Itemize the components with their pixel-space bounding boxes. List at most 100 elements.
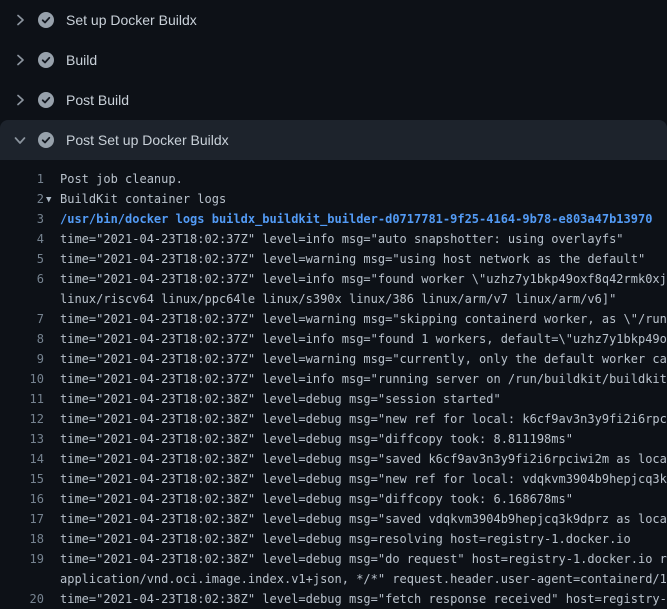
step-header-post-build[interactable]: Post Build <box>0 80 667 120</box>
log-row: 1 Post job cleanup. <box>0 169 667 189</box>
step-title: Set up Docker Buildx <box>66 12 197 28</box>
log-row: 9 time="2021-04-23T18:02:37Z" level=warni… <box>0 349 667 369</box>
log-text-content: time="2021-04-23T18:02:38Z" level=debug … <box>60 512 667 526</box>
log-text: time="2021-04-23T18:02:38Z" level=debug … <box>60 429 573 449</box>
chevron-right-icon[interactable] <box>12 12 28 28</box>
log-line-number[interactable]: 19 <box>0 549 44 569</box>
log-row: 15 time="2021-04-23T18:02:38Z" level=debu… <box>0 469 667 489</box>
log-container: 1Post job cleanup.2▼BuildKit container l… <box>0 160 667 609</box>
check-circle-icon <box>38 52 54 68</box>
log-text-content: time="2021-04-23T18:02:37Z" level=warnin… <box>60 352 667 366</box>
log-line-number[interactable]: 15 <box>0 469 44 489</box>
log-line-number[interactable]: 17 <box>0 509 44 529</box>
log-line-number[interactable]: 11 <box>0 389 44 409</box>
log-text-content: linux/riscv64 linux/ppc64le linux/s390x … <box>60 292 616 306</box>
log-text: time="2021-04-23T18:02:37Z" level=warnin… <box>60 249 645 269</box>
log-text: time="2021-04-23T18:02:38Z" level=debug … <box>60 589 667 609</box>
log-line-number[interactable]: 18 <box>0 529 44 549</box>
log-line-number[interactable] <box>0 569 44 589</box>
log-row: 12 time="2021-04-23T18:02:38Z" level=debu… <box>0 409 667 429</box>
check-circle-icon <box>38 92 54 108</box>
log-text-content: time="2021-04-23T18:02:38Z" level=debug … <box>60 392 501 406</box>
log-text-content: time="2021-04-23T18:02:37Z" level=warnin… <box>60 312 667 326</box>
log-text: Post job cleanup. <box>60 169 183 189</box>
log-row: 5 time="2021-04-23T18:02:37Z" level=warni… <box>0 249 667 269</box>
log-line-number[interactable]: 10 <box>0 369 44 389</box>
log-text-content: time="2021-04-23T18:02:37Z" level=info m… <box>60 332 667 346</box>
log-line-number[interactable]: 14 <box>0 449 44 469</box>
chevron-right-icon[interactable] <box>12 52 28 68</box>
log-row: application/vnd.oci.image.index.v1+json,… <box>0 569 667 589</box>
step-title: Post Build <box>66 92 129 108</box>
log-row: 17 time="2021-04-23T18:02:38Z" level=debu… <box>0 509 667 529</box>
step-list: Set up Docker Buildx Build Post Build Post … <box>0 0 667 609</box>
log-line-number[interactable]: 3 <box>0 209 44 229</box>
log-line-number[interactable]: 12 <box>0 409 44 429</box>
log-text: time="2021-04-23T18:02:38Z" level=debug … <box>60 389 501 409</box>
log-line-number[interactable]: 20 <box>0 589 44 609</box>
log-text: time="2021-04-23T18:02:37Z" level=info m… <box>60 229 624 249</box>
log-text-content: time="2021-04-23T18:02:38Z" level=debug … <box>60 472 667 486</box>
log-row[interactable]: 2▼BuildKit container logs <box>0 189 667 209</box>
log-text: time="2021-04-23T18:02:38Z" level=debug … <box>60 549 667 569</box>
log-text: time="2021-04-23T18:02:38Z" level=debug … <box>60 449 667 469</box>
log-line-number[interactable] <box>0 289 44 309</box>
log-line-number[interactable]: 16 <box>0 489 44 509</box>
log-text: linux/riscv64 linux/ppc64le linux/s390x … <box>60 289 616 309</box>
log-text-content: time="2021-04-23T18:02:38Z" level=debug … <box>60 432 573 446</box>
log-text-content: BuildKit container logs <box>60 192 226 206</box>
log-text: application/vnd.oci.image.index.v1+json,… <box>60 569 667 589</box>
log-text-content: time="2021-04-23T18:02:37Z" level=info m… <box>60 372 667 386</box>
log-text: time="2021-04-23T18:02:38Z" level=debug … <box>60 469 667 489</box>
log-text-content: time="2021-04-23T18:02:38Z" level=debug … <box>60 592 667 606</box>
log-line-number[interactable]: 1 <box>0 169 44 189</box>
log-row: 3/usr/bin/docker logs buildx_buildkit_bu… <box>0 209 667 229</box>
log-text-content: time="2021-04-23T18:02:37Z" level=info m… <box>60 232 624 246</box>
log-row: 8 time="2021-04-23T18:02:37Z" level=info … <box>0 329 667 349</box>
log-text-content: time="2021-04-23T18:02:38Z" level=debug … <box>60 552 667 566</box>
log-row: 7 time="2021-04-23T18:02:37Z" level=warni… <box>0 309 667 329</box>
log-text: time="2021-04-23T18:02:38Z" level=debug … <box>60 509 667 529</box>
log-text: time="2021-04-23T18:02:38Z" level=debug … <box>60 529 631 549</box>
log-text-content: time="2021-04-23T18:02:38Z" level=debug … <box>60 412 667 426</box>
log-text-content: time="2021-04-23T18:02:38Z" level=debug … <box>60 492 573 506</box>
log-row: 19 time="2021-04-23T18:02:38Z" level=debu… <box>0 549 667 569</box>
log-line-number[interactable]: 8 <box>0 329 44 349</box>
log-text: time="2021-04-23T18:02:38Z" level=debug … <box>60 489 573 509</box>
log-text: ▼BuildKit container logs <box>60 189 226 209</box>
log-row: 13 time="2021-04-23T18:02:38Z" level=debu… <box>0 429 667 449</box>
log-row: 20 time="2021-04-23T18:02:38Z" level=debu… <box>0 589 667 609</box>
log-text: time="2021-04-23T18:02:37Z" level=info m… <box>60 329 667 349</box>
log-row: 16 time="2021-04-23T18:02:38Z" level=debu… <box>0 489 667 509</box>
log-line-number[interactable]: 2 <box>0 189 44 209</box>
log-text-content: Post job cleanup. <box>60 172 183 186</box>
triangle-down-icon[interactable]: ▼ <box>46 190 60 209</box>
log-line-number[interactable]: 6 <box>0 269 44 289</box>
log-line-number[interactable]: 4 <box>0 229 44 249</box>
step-header-set-up-docker-buildx[interactable]: Set up Docker Buildx <box>0 0 667 40</box>
log-row: linux/riscv64 linux/ppc64le linux/s390x … <box>0 289 667 309</box>
chevron-right-icon[interactable] <box>12 92 28 108</box>
step-title: Post Set up Docker Buildx <box>66 132 229 148</box>
log-row: 4 time="2021-04-23T18:02:37Z" level=info … <box>0 229 667 249</box>
log-command-text: /usr/bin/docker logs buildx_buildkit_bui… <box>60 209 652 229</box>
log-line-number[interactable]: 13 <box>0 429 44 449</box>
log-line-number[interactable]: 7 <box>0 309 44 329</box>
step-header-build[interactable]: Build <box>0 40 667 80</box>
log-line-number[interactable]: 5 <box>0 249 44 269</box>
log-row: 14 time="2021-04-23T18:02:38Z" level=debu… <box>0 449 667 469</box>
log-row: 10 time="2021-04-23T18:02:37Z" level=info… <box>0 369 667 389</box>
log-line-number[interactable]: 9 <box>0 349 44 369</box>
log-text: time="2021-04-23T18:02:37Z" level=warnin… <box>60 349 667 369</box>
chevron-down-icon[interactable] <box>12 132 28 148</box>
check-circle-icon <box>38 132 54 148</box>
log-text-content: time="2021-04-23T18:02:38Z" level=debug … <box>60 532 631 546</box>
log-text: time="2021-04-23T18:02:38Z" level=debug … <box>60 409 667 429</box>
log-text-content: application/vnd.oci.image.index.v1+json,… <box>60 572 667 586</box>
log-row: 18 time="2021-04-23T18:02:38Z" level=debu… <box>0 529 667 549</box>
log-text-content: time="2021-04-23T18:02:37Z" level=info m… <box>60 272 667 286</box>
step-header-post-set-up-docker-buildx[interactable]: Post Set up Docker Buildx <box>0 120 667 160</box>
log-text: time="2021-04-23T18:02:37Z" level=info m… <box>60 369 667 389</box>
step-title: Build <box>66 52 97 68</box>
log-text-content: time="2021-04-23T18:02:37Z" level=warnin… <box>60 252 645 266</box>
